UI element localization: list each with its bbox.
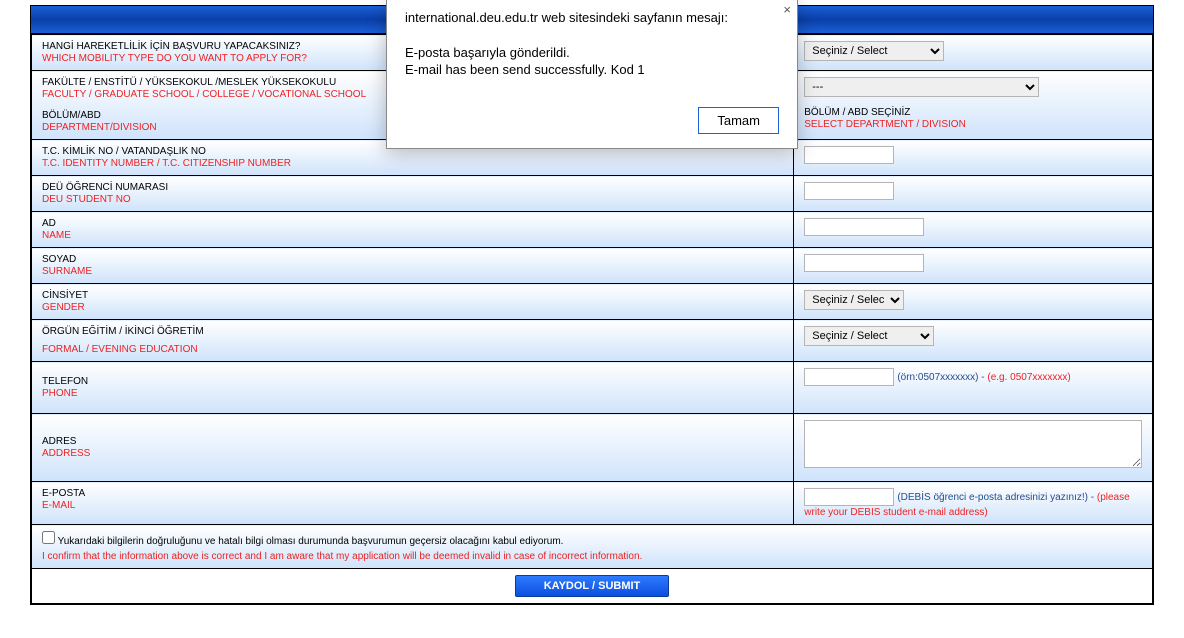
label-name: AD NAME (32, 212, 794, 248)
cell-faculty-input: --- BÖLÜM / ABD SEÇİNİZ SELECT DEPARTMEN… (794, 71, 1153, 140)
phone-input[interactable] (804, 368, 894, 386)
phone-hint-en: (e.g. 0507xxxxxxx) (987, 372, 1070, 383)
phone-hint-tr: (örn:0507xxxxxxx) - (897, 372, 987, 383)
confirm-en: I confirm that the information above is … (42, 551, 1142, 562)
modal-line2: E-mail has been send successfully. Kod 1 (405, 62, 779, 77)
name-input[interactable] (804, 218, 924, 236)
cell-email-input: (DEBİS öğrenci e-posta adresinizi yazını… (794, 482, 1153, 525)
dept-select-label-tr: BÖLÜM / ABD SEÇİNİZ (804, 107, 1142, 118)
cell-gender-input: Seçiniz / Select (794, 284, 1153, 320)
cell-address-input (794, 414, 1153, 482)
label-phone: TELEFON PHONE (32, 362, 794, 414)
cell-edu-input: Seçiniz / Select (794, 320, 1153, 362)
cell-surname-input (794, 248, 1153, 284)
confirm-cell: Yukarıdaki bilgilerin doğruluğunu ve hat… (32, 525, 1153, 569)
cell-tc-input (794, 140, 1153, 176)
confirm-checkbox[interactable] (42, 531, 55, 544)
surname-input[interactable] (804, 254, 924, 272)
label-email: E-POSTA E-MAIL (32, 482, 794, 525)
submit-button[interactable]: KAYDOL / SUBMIT (515, 575, 670, 597)
address-textarea[interactable] (804, 420, 1142, 468)
cell-phone-input: (örn:0507xxxxxxx) - (e.g. 0507xxxxxxx) (794, 362, 1153, 414)
submit-row: KAYDOL / SUBMIT (31, 569, 1153, 604)
confirm-label[interactable]: Yukarıdaki bilgilerin doğruluğunu ve hat… (42, 536, 563, 547)
email-hint-tr: (DEBİS öğrenci e-posta adresinizi yazını… (897, 492, 1097, 503)
modal-title: international.deu.edu.tr web sitesindeki… (405, 10, 779, 25)
label-edu: ÖRGÜN EĞİTİM / İKİNCİ ÖĞRETİM FORMAL / E… (32, 320, 794, 362)
cell-mobility-input: Seçiniz / Select (794, 35, 1153, 71)
gender-select[interactable]: Seçiniz / Select (804, 290, 904, 310)
label-stuno: DEÜ ÖĞRENCİ NUMARASI DEU STUDENT NO (32, 176, 794, 212)
modal-ok-button[interactable]: Tamam (698, 107, 779, 134)
alert-modal: × international.deu.edu.tr web sitesinde… (386, 0, 798, 149)
cell-name-input (794, 212, 1153, 248)
label-gender: CİNSİYET GENDER (32, 284, 794, 320)
modal-line1: E-posta başarıyla gönderildi. (405, 45, 779, 60)
mobility-select[interactable]: Seçiniz / Select (804, 41, 944, 61)
label-address: ADRES ADDRESS (32, 414, 794, 482)
student-no-input[interactable] (804, 182, 894, 200)
email-input[interactable] (804, 488, 894, 506)
cell-stuno-input (794, 176, 1153, 212)
label-surname: SOYAD SURNAME (32, 248, 794, 284)
dept-select-label-en: SELECT DEPARTMENT / DIVISION (804, 119, 1142, 130)
education-type-select[interactable]: Seçiniz / Select (804, 326, 934, 346)
close-icon[interactable]: × (783, 2, 791, 17)
tc-input[interactable] (804, 146, 894, 164)
faculty-select[interactable]: --- (804, 77, 1039, 97)
